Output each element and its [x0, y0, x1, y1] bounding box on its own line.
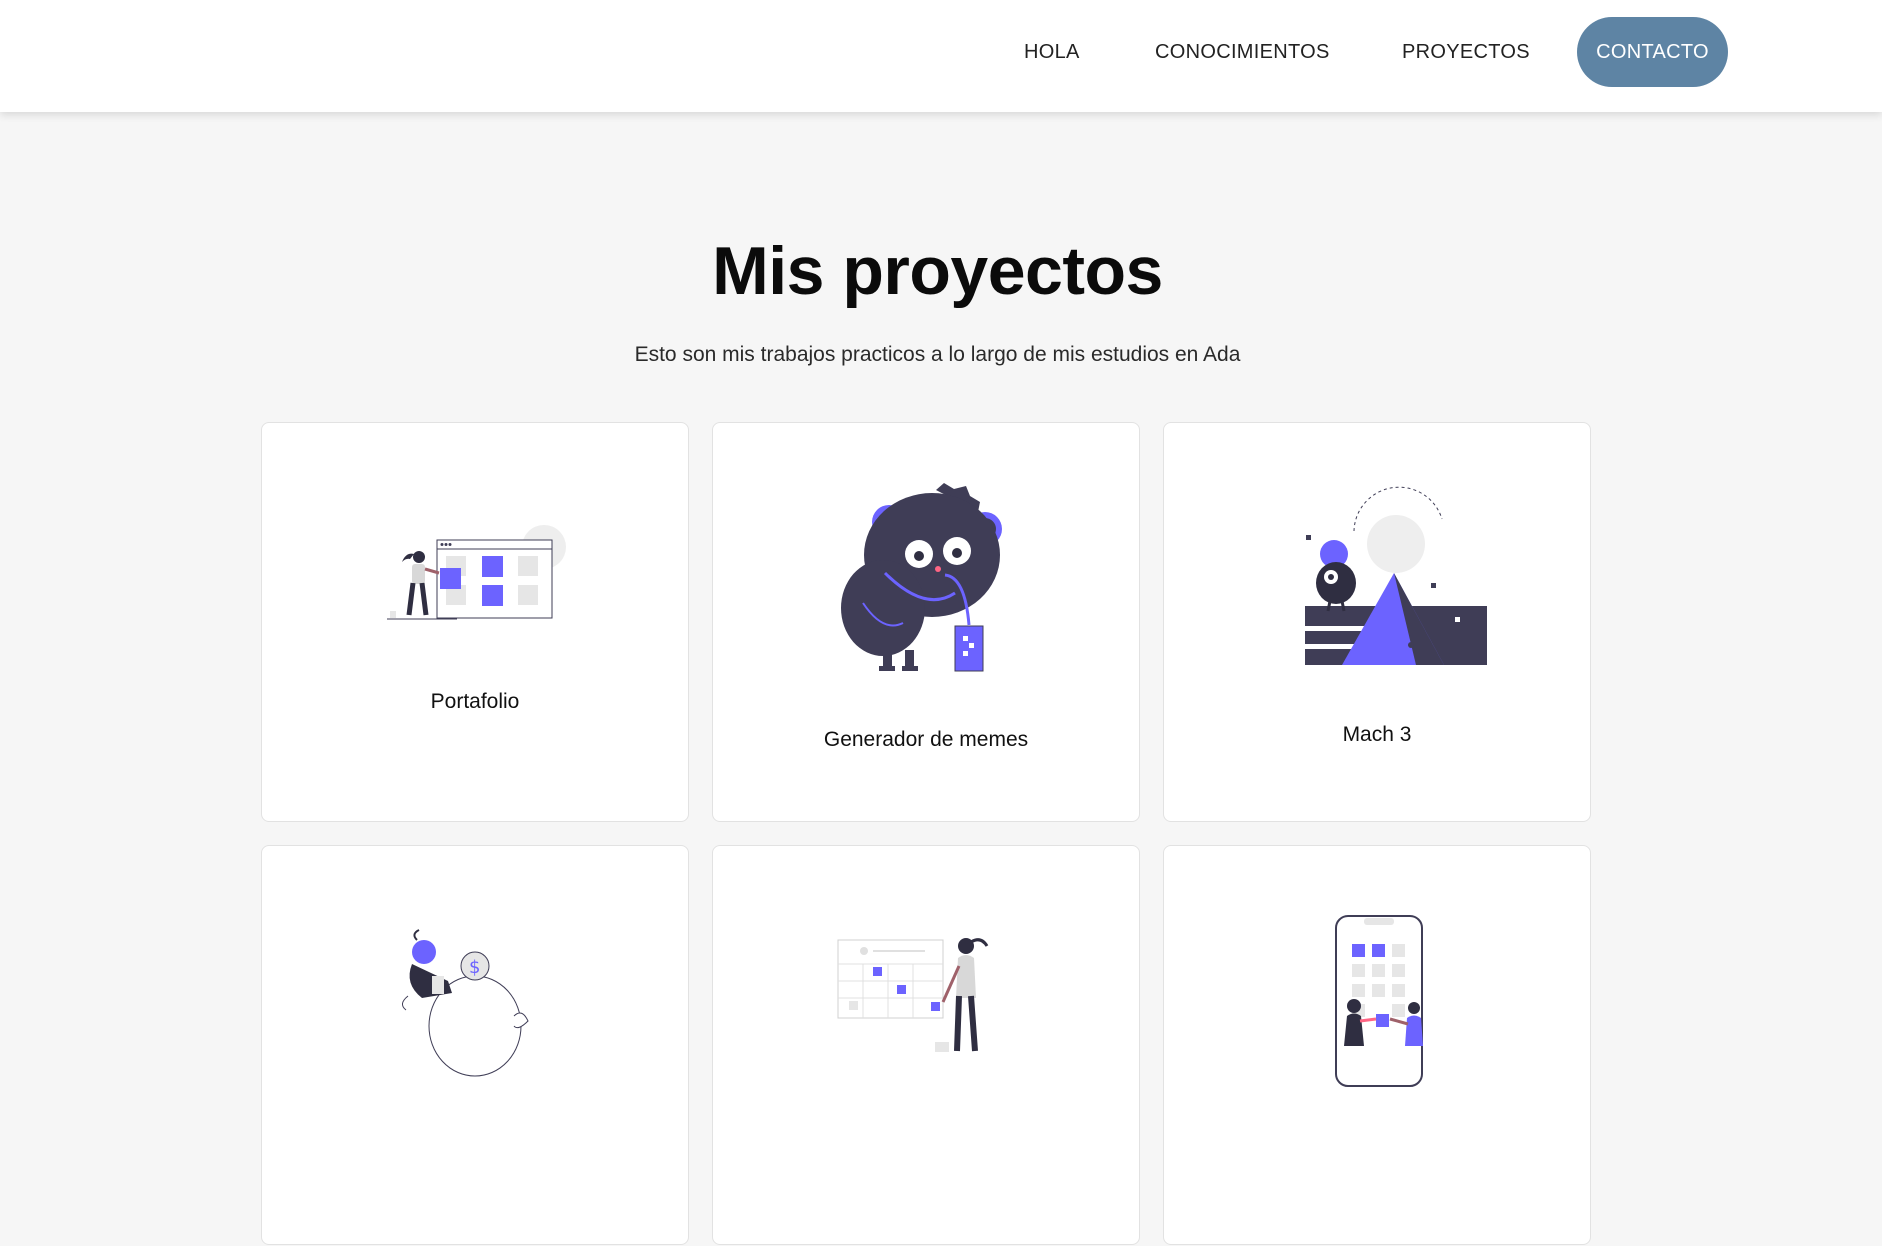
page-title: Mis proyectos — [712, 233, 1163, 309]
calendar-board-illustration-icon — [837, 938, 989, 1052]
project-card-5[interactable] — [712, 845, 1140, 1245]
project-card-6[interactable] — [1163, 845, 1591, 1245]
top-navbar: HOLA CONOCIMIENTOS PROYECTOS CONTACTO — [0, 0, 1882, 112]
nav-link-hola[interactable]: HOLA — [1024, 36, 1080, 68]
nav-link-conocimientos[interactable]: CONOCIMIENTOS — [1155, 36, 1330, 68]
project-card-portafolio[interactable]: Portafolio — [261, 422, 689, 822]
monster-pyramid-illustration-icon — [1305, 486, 1487, 665]
project-card-label: Generador de memes — [823, 728, 1029, 751]
dashboard-illustration-icon — [387, 525, 566, 620]
project-card-label: Mach 3 — [1342, 723, 1412, 746]
mobile-app-illustration-icon — [1335, 915, 1423, 1087]
nav-link-proyectos[interactable]: PROYECTOS — [1402, 36, 1530, 68]
svg-text:$: $ — [469, 957, 480, 978]
monster-drinking-illustration-icon — [841, 483, 1002, 672]
project-card-mach-3[interactable]: Mach 3 — [1163, 422, 1591, 822]
project-card-label: Portafolio — [430, 690, 520, 713]
piggy-bank-illustration-icon: $ — [402, 929, 529, 1077]
page-subtitle: Esto son mis trabajos practicos a lo lar… — [634, 343, 1241, 366]
project-card-generador-de-memes[interactable]: Generador de memes — [712, 422, 1140, 822]
contact-button[interactable]: CONTACTO — [1577, 17, 1728, 87]
project-card-4[interactable]: $ — [261, 845, 689, 1245]
